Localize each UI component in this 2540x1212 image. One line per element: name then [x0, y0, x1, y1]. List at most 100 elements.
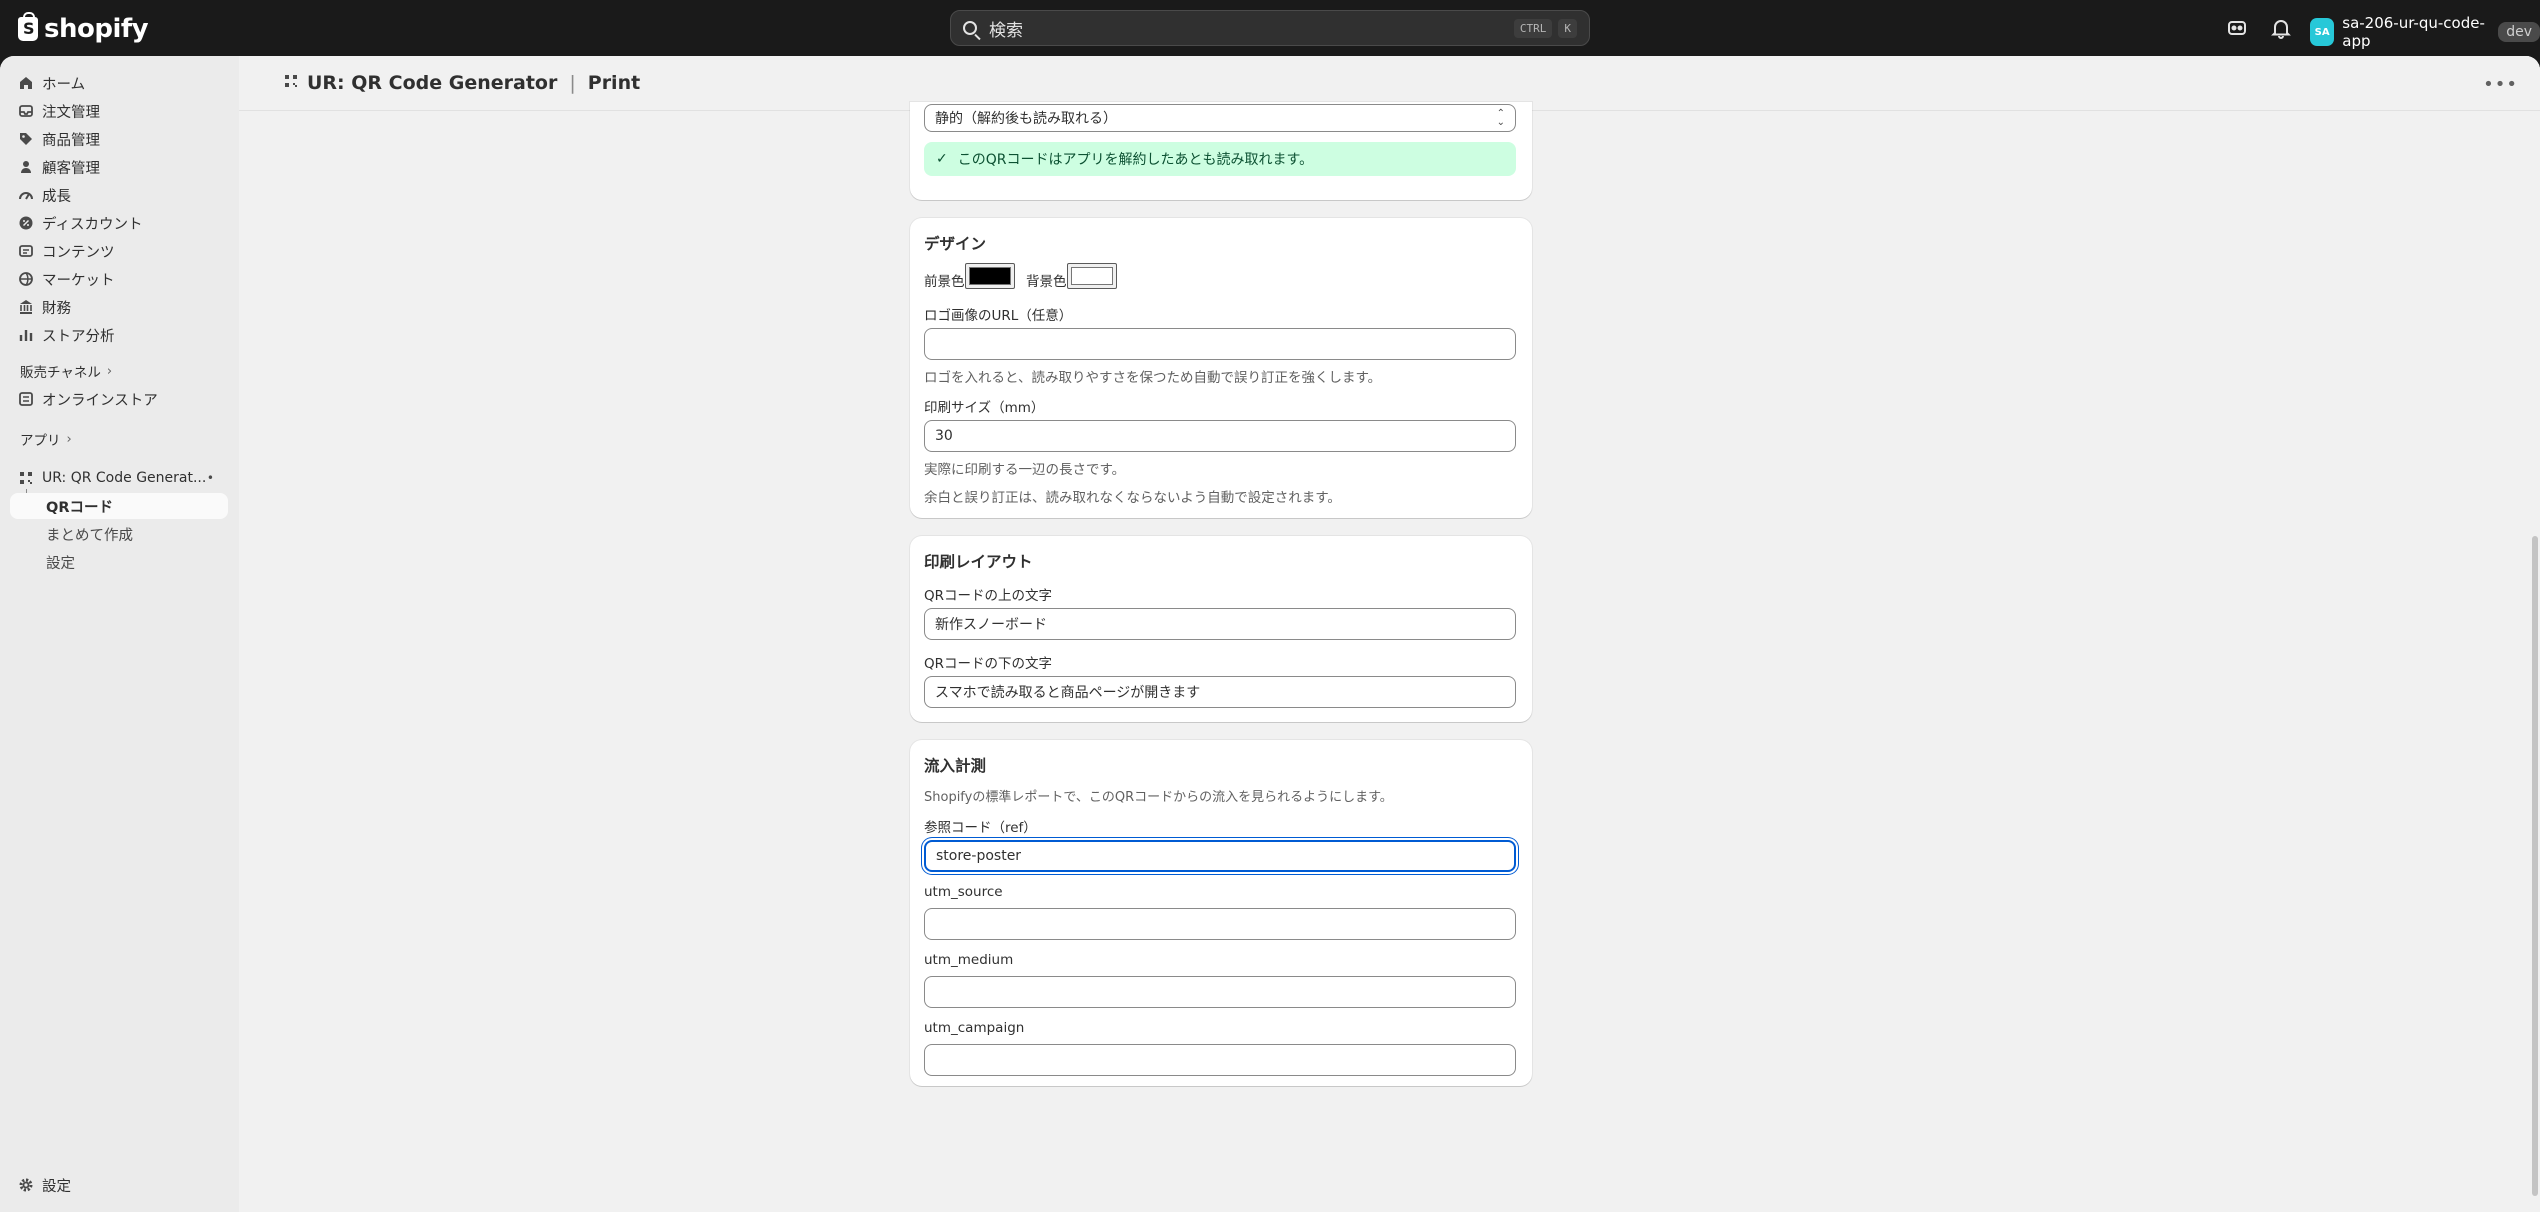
- sidebar-item-label: ストア分析: [42, 328, 115, 345]
- sidebar-item-online-store[interactable]: オンラインストア: [10, 386, 228, 412]
- sidebar-item-label: 商品管理: [42, 132, 100, 149]
- dev-badge: dev: [2498, 22, 2540, 42]
- sidebar-item-customers[interactable]: 顧客管理: [10, 154, 228, 180]
- sidebar: ホーム 注文管理 商品管理 顧客管理 成長 ディスカウント コンテンツ マーケッ…: [0, 56, 239, 1212]
- sidebar-item-products[interactable]: 商品管理: [10, 126, 228, 152]
- ref-code-label: 参照コード（ref）: [924, 820, 1037, 836]
- sales-channels-section[interactable]: 販売チャネル ›: [20, 361, 112, 382]
- scrollbar[interactable]: [2532, 116, 2538, 1206]
- sidebar-item-label: 注文管理: [42, 104, 100, 121]
- sidebar-item-label: UR: QR Code Generat...: [42, 470, 207, 486]
- size-help-text-2: 余白と誤り訂正は、読み取れなくならないよう自動で設定されます。: [924, 490, 1341, 506]
- below-text-input[interactable]: スマホで読み取ると商品ページが開きます: [924, 676, 1516, 708]
- top-bar: shopify 検索 CTRL K SA sa-206-ur-qu-code-a…: [0, 0, 2540, 56]
- sidebar-item-finance[interactable]: 財務: [10, 294, 228, 320]
- brand-name: shopify: [44, 14, 149, 44]
- sidebar-item-markets[interactable]: マーケット: [10, 266, 228, 292]
- gauge-icon: [18, 187, 34, 203]
- logo-url-label: ロゴ画像のURL（任意）: [924, 308, 1073, 324]
- above-text-label: QRコードの上の文字: [924, 588, 1053, 604]
- qr-app-icon: [283, 72, 299, 94]
- fg-color-label: 前景色: [924, 274, 965, 290]
- account-menu[interactable]: SA sa-206-ur-qu-code-app dev: [2310, 14, 2540, 50]
- sidebar-item-discounts[interactable]: ディスカウント: [10, 210, 228, 236]
- chart-icon: [18, 327, 34, 343]
- discount-icon: [18, 215, 34, 231]
- sidebar-item-home[interactable]: ホーム: [10, 70, 228, 96]
- gear-icon: [18, 1177, 34, 1193]
- print-size-input[interactable]: 30: [924, 420, 1516, 452]
- search-bar[interactable]: 検索 CTRL K: [950, 10, 1590, 46]
- sidebar-item-label: 成長: [42, 188, 71, 205]
- sidebar-item-label: オンラインストア: [42, 392, 158, 409]
- main-content: UR: QR Code Generator | Print ••• 静的（解約後…: [239, 56, 2540, 1212]
- sidebar-item-settings[interactable]: 設定: [10, 1172, 228, 1198]
- banner-text: このQRコードはアプリを解約したあとも読み取れます。: [957, 152, 1314, 168]
- bg-color-picker[interactable]: [1067, 263, 1117, 289]
- more-actions-icon[interactable]: •••: [2483, 74, 2518, 95]
- sidebar-item-growth[interactable]: 成長: [10, 182, 228, 208]
- sidebar-item-label: マーケット: [42, 272, 115, 289]
- below-text-label: QRコードの下の文字: [924, 656, 1053, 672]
- ref-code-input[interactable]: store-poster: [924, 840, 1516, 872]
- size-help-text: 実際に印刷する一辺の長さです。: [924, 462, 1126, 478]
- utm-source-input[interactable]: [924, 908, 1516, 940]
- page-title: UR: QR Code Generator | Print: [283, 72, 640, 94]
- qr-app-icon: [18, 470, 34, 486]
- design-heading: デザイン: [924, 235, 987, 253]
- apps-section[interactable]: アプリ ›: [20, 429, 72, 450]
- page-subtitle: Print: [587, 72, 641, 94]
- store-name: sa-206-ur-qu-code-app: [2342, 14, 2485, 50]
- sidebar-item-orders[interactable]: 注文管理: [10, 98, 228, 124]
- utm-campaign-label: utm_campaign: [924, 1020, 1025, 1036]
- content-icon: [18, 243, 34, 259]
- store-avatar: SA: [2310, 18, 2335, 46]
- sidebar-item-label: ホーム: [42, 76, 86, 93]
- sidebar-item-label: 財務: [42, 300, 71, 317]
- logo-url-input[interactable]: [924, 328, 1516, 360]
- select-chevron-icon: ⌃ ⌄: [1496, 108, 1505, 128]
- tracking-description: Shopifyの標準レポートで、このQRコードからの流入を見られるようにします。: [924, 790, 1393, 805]
- sidebar-subitem-settings[interactable]: 設定: [46, 549, 75, 575]
- sidebar-item-label: コンテンツ: [42, 244, 115, 261]
- shopify-logo[interactable]: shopify: [18, 12, 149, 44]
- sidebar-item-label: 顧客管理: [42, 160, 100, 177]
- sidebar-item-app-qr[interactable]: UR: QR Code Generat... •: [10, 465, 228, 491]
- sidebar-subitem-label: QRコード: [46, 499, 113, 516]
- utm-source-label: utm_source: [924, 884, 1003, 900]
- utm-medium-label: utm_medium: [924, 952, 1014, 968]
- search-icon: [963, 21, 977, 35]
- sidebar-subitem-qr-codes[interactable]: QRコード: [10, 493, 228, 519]
- app-title: UR: QR Code Generator: [307, 72, 558, 94]
- sidekick-icon[interactable]: [2225, 16, 2249, 40]
- print-size-label: 印刷サイズ（mm）: [924, 400, 1045, 416]
- qr-type-select[interactable]: 静的（解約後も読み取れる） ⌃ ⌄: [924, 104, 1516, 132]
- sales-channels-label: 販売チャネル: [20, 365, 101, 381]
- sidebar-subitem-bulk[interactable]: まとめて作成: [46, 521, 133, 547]
- tracking-heading: 流入計測: [924, 757, 987, 775]
- utm-medium-input[interactable]: [924, 976, 1516, 1008]
- print-layout-heading: 印刷レイアウト: [924, 553, 1033, 571]
- home-icon: [18, 75, 34, 91]
- storefront-icon: [18, 391, 34, 407]
- apps-label: アプリ: [20, 433, 61, 449]
- inbox-icon: [18, 103, 34, 119]
- sidebar-item-analytics[interactable]: ストア分析: [10, 322, 228, 348]
- globe-icon: [18, 271, 34, 287]
- above-text-input[interactable]: 新作スノーボード: [924, 608, 1516, 640]
- scrollbar-thumb[interactable]: [2532, 536, 2538, 1196]
- sidebar-item-label: ディスカウント: [42, 216, 143, 233]
- fg-color-picker[interactable]: [965, 263, 1015, 289]
- qr-type-card: 静的（解約後も読み取れる） ⌃ ⌄ ✓ このQRコードはアプリを解約したあとも読み…: [910, 102, 1532, 200]
- shortcut-key: K: [1558, 18, 1577, 38]
- logo-help-text: ロゴを入れると、読み取りやすさを保つため自動で誤り訂正を強くします。: [924, 370, 1382, 386]
- person-icon: [18, 159, 34, 175]
- chevron-right-icon: ›: [66, 431, 72, 447]
- check-icon: ✓: [936, 151, 948, 167]
- sidebar-item-content[interactable]: コンテンツ: [10, 238, 228, 264]
- qr-type-selected: 静的（解約後も読み取れる）: [935, 111, 1117, 127]
- utm-campaign-input[interactable]: [924, 1044, 1516, 1076]
- pin-dot-icon: •: [206, 471, 214, 485]
- bell-icon[interactable]: [2269, 16, 2293, 40]
- admin-frame: ホーム 注文管理 商品管理 顧客管理 成長 ディスカウント コンテンツ マーケッ…: [0, 56, 2540, 1212]
